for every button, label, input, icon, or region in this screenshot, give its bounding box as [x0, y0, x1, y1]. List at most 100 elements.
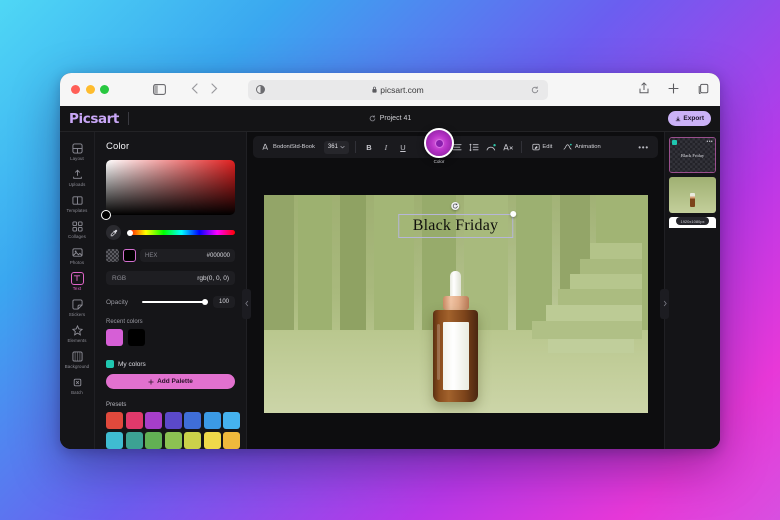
edit-label: Edit: [542, 144, 553, 150]
sidebar-item-stickers[interactable]: Stickers: [61, 294, 94, 319]
sync-icon: [369, 115, 376, 122]
current-color-swatch[interactable]: [123, 249, 136, 262]
collages-icon: [71, 220, 84, 233]
sidebar-item-label: Collages: [68, 234, 86, 239]
more-options-button[interactable]: •••: [638, 143, 653, 152]
sidebar-item-templates[interactable]: Templates: [61, 190, 94, 215]
hue-slider[interactable]: [127, 229, 235, 236]
font-picker[interactable]: BodoniStd-Book: [258, 143, 319, 151]
opacity-value[interactable]: 100: [213, 296, 235, 308]
address-bar[interactable]: picsart.com: [248, 79, 548, 100]
layer-text-preview: Black Friday: [680, 152, 705, 158]
hue-handle[interactable]: [127, 229, 133, 236]
recent-color-swatch[interactable]: [128, 329, 145, 346]
forward-icon[interactable]: [211, 81, 218, 99]
sidebar-item-label: Stickers: [68, 312, 86, 317]
preset-color-swatch[interactable]: [223, 431, 240, 449]
text-effects-icon[interactable]: [501, 140, 515, 154]
close-window-button[interactable]: [71, 85, 80, 94]
collapse-right-panel-button[interactable]: [660, 288, 669, 319]
preset-color-swatch[interactable]: [125, 412, 143, 429]
recent-colors-label: Recent colors: [106, 319, 143, 325]
sidebar-item-text[interactable]: Text: [61, 268, 94, 293]
visible-icon[interactable]: [672, 140, 677, 145]
new-tab-icon[interactable]: [668, 81, 679, 99]
preset-color-swatch[interactable]: [145, 431, 162, 449]
rotate-handle-icon[interactable]: [451, 201, 460, 210]
window-controls[interactable]: [71, 85, 131, 94]
color-button-magnified[interactable]: [424, 128, 454, 158]
reload-icon[interactable]: [531, 86, 539, 94]
sidebar-item-collages[interactable]: Collages: [61, 216, 94, 241]
preset-color-swatch[interactable]: [203, 431, 221, 449]
resize-handle[interactable]: [509, 211, 516, 217]
curve-text-icon[interactable]: [484, 140, 498, 154]
edit-icon: [532, 143, 540, 151]
templates-icon: [71, 194, 84, 207]
color-tooltip: Color: [433, 159, 445, 164]
layer-menu-button[interactable]: •••: [707, 139, 713, 145]
underline-button[interactable]: U: [396, 140, 410, 154]
bottle-label: [442, 321, 469, 390]
sidebar-item-layout[interactable]: Layout: [61, 138, 94, 163]
my-colors-row[interactable]: My colors: [106, 360, 235, 368]
decor-stair: [545, 304, 642, 321]
hex-field[interactable]: HEX #000000: [140, 249, 235, 262]
canvas-text: Black Friday: [412, 216, 499, 234]
layer-item-background[interactable]: 1920x1080px: [669, 217, 716, 253]
preset-color-swatch[interactable]: [106, 412, 123, 429]
font-size-picker[interactable]: 361: [323, 140, 349, 154]
sidebar-item-batch[interactable]: Batch: [61, 372, 94, 397]
tabs-overview-icon[interactable]: [698, 81, 709, 99]
canvas-stage[interactable]: Black Friday: [242, 158, 669, 449]
edit-button[interactable]: Edit: [528, 143, 557, 151]
add-palette-label: Add Palette: [157, 378, 193, 385]
minimize-window-button[interactable]: [85, 85, 95, 94]
preset-color-swatch[interactable]: [106, 431, 123, 449]
transparent-swatch[interactable]: [106, 249, 119, 262]
preset-color-swatch[interactable]: [223, 412, 240, 429]
animation-button[interactable]: Animation: [559, 143, 604, 151]
picsart-logo[interactable]: Picsart: [69, 111, 119, 127]
maximize-window-button[interactable]: [100, 85, 109, 94]
sidebar-item-uploads[interactable]: Uploads: [61, 164, 94, 189]
sidebar-item-photos[interactable]: Photos: [61, 242, 94, 267]
app-header: Picsart Project 41 Export: [60, 106, 720, 132]
preset-color-swatch[interactable]: [164, 431, 182, 449]
line-spacing-icon[interactable]: [467, 140, 481, 154]
decor-pillar: [339, 194, 366, 335]
italic-button[interactable]: I: [379, 140, 393, 154]
add-palette-button[interactable]: Add Palette: [106, 374, 235, 389]
saturation-value-picker[interactable]: [101, 160, 235, 220]
preset-color-swatch[interactable]: [184, 412, 201, 429]
layer-item-image[interactable]: [669, 177, 716, 213]
export-button[interactable]: Export: [667, 111, 711, 126]
back-icon[interactable]: [191, 81, 198, 99]
preset-color-swatch[interactable]: [125, 431, 143, 449]
rgb-field[interactable]: RGB rgb(0, 0, 0): [106, 271, 235, 285]
sidebar-item-elements[interactable]: Elements: [61, 320, 94, 345]
navigation-arrows[interactable]: [191, 81, 218, 99]
collapse-left-panel-button[interactable]: [242, 288, 251, 319]
layer-item-text[interactable]: Black Friday •••: [669, 137, 716, 173]
project-title[interactable]: Project 41: [380, 115, 412, 122]
sv-handle[interactable]: [101, 210, 111, 220]
reader-mode-icon[interactable]: [256, 85, 265, 94]
eyedropper-icon[interactable]: [106, 225, 121, 240]
preset-color-swatch[interactable]: [203, 412, 221, 429]
opacity-slider[interactable]: [142, 299, 208, 305]
hex-value: #000000: [206, 252, 230, 259]
share-icon[interactable]: [639, 81, 649, 99]
preset-color-swatch[interactable]: [184, 431, 201, 449]
preset-color-swatch[interactable]: [164, 412, 182, 429]
selected-text-layer[interactable]: Black Friday: [397, 201, 516, 238]
artboard[interactable]: Black Friday: [263, 194, 648, 413]
preset-color-swatch[interactable]: [145, 412, 162, 429]
opacity-handle[interactable]: [202, 299, 208, 305]
sidebar-item-background[interactable]: Background: [61, 346, 94, 371]
sidebar-toggle-icon[interactable]: [153, 84, 166, 95]
batch-icon: [71, 376, 84, 389]
recent-color-swatch[interactable]: [106, 329, 123, 346]
bold-button[interactable]: B: [362, 140, 376, 154]
sidebar-item-label: Layout: [70, 156, 84, 161]
